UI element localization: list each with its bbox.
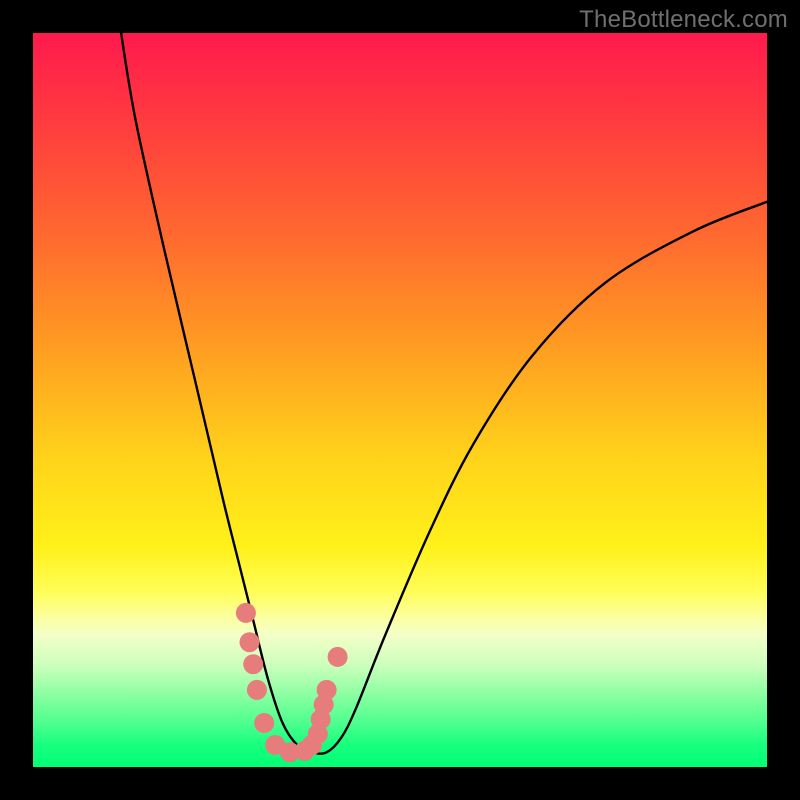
plot-area xyxy=(33,33,767,767)
highlight-marker xyxy=(240,632,260,652)
chart-svg xyxy=(33,33,767,767)
highlight-marker xyxy=(295,741,315,761)
bottleneck-curve xyxy=(121,33,767,754)
highlight-marker xyxy=(254,713,274,733)
chart-frame: TheBottleneck.com xyxy=(0,0,800,800)
highlight-marker xyxy=(317,680,337,700)
highlight-marker xyxy=(328,647,348,667)
highlight-marker xyxy=(314,695,334,715)
highlight-marker xyxy=(243,654,263,674)
highlight-marker xyxy=(280,742,300,762)
highlight-marker xyxy=(311,709,331,729)
marker-layer xyxy=(236,603,348,762)
highlight-marker xyxy=(247,680,267,700)
highlight-marker xyxy=(236,603,256,623)
highlight-marker xyxy=(308,724,328,744)
highlight-marker xyxy=(302,735,322,755)
highlight-marker xyxy=(265,735,285,755)
watermark-text: TheBottleneck.com xyxy=(579,6,788,34)
curve-layer xyxy=(121,33,767,754)
